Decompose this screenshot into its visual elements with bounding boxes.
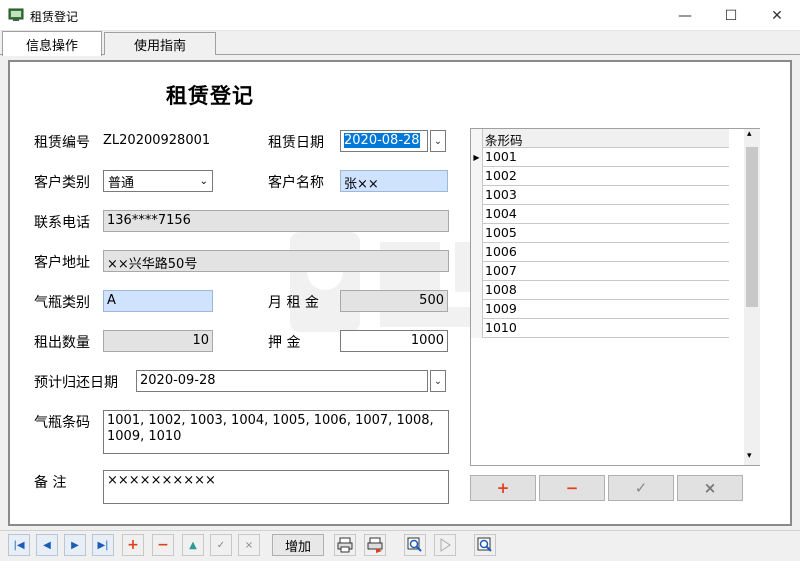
row-indicator: [471, 205, 483, 224]
scroll-thumb[interactable]: [746, 147, 758, 307]
chevron-down-icon: ⌄: [199, 175, 208, 187]
cylinder-type-label: 气瓶类别: [34, 295, 90, 311]
add-record-icon[interactable]: +: [122, 534, 144, 556]
rental-date-value: 2020-08-28: [344, 133, 420, 148]
prev-record-icon[interactable]: ◀: [36, 534, 58, 556]
phone-label: 联系电话: [34, 215, 90, 231]
grid-cancel-button[interactable]: ×: [677, 475, 743, 501]
row-indicator: [471, 300, 483, 319]
grid-add-button[interactable]: +: [470, 475, 536, 501]
return-date-field[interactable]: 2020-09-28: [136, 370, 428, 392]
zoom-preview-icon[interactable]: [404, 534, 426, 556]
customer-name-field[interactable]: 张××: [340, 170, 448, 192]
grid-cell-barcode: 1006: [485, 244, 517, 259]
bottom-toolbar: [0, 530, 800, 561]
barcode-grid[interactable]: 条形码 ▶ 1001 1002 1003 1004 1005 1006 1007 1008 100…: [470, 128, 760, 466]
grid-cell-barcode: 1005: [485, 225, 517, 240]
minimize-button[interactable]: —: [662, 0, 708, 31]
grid-row[interactable]: ▶ 1001: [471, 148, 729, 167]
rental-date-dropdown[interactable]: ⌄: [430, 130, 446, 152]
customer-type-value: 普通: [108, 175, 135, 191]
title-bar: 租赁登记 — ☐ ✕: [0, 0, 800, 31]
deposit-label: 押 金: [268, 335, 301, 351]
tab-info-operation[interactable]: 信息操作: [2, 31, 102, 56]
customer-type-select[interactable]: 普通 ⌄: [103, 170, 213, 192]
notes-label: 备 注: [34, 475, 67, 491]
close-button[interactable]: ✕: [754, 0, 800, 31]
row-indicator: [471, 224, 483, 243]
play-icon[interactable]: [434, 534, 456, 556]
quantity-label: 租出数量: [34, 335, 90, 351]
window-title: 租赁登记: [30, 10, 79, 24]
app-icon: [8, 8, 24, 21]
grid-row[interactable]: 1008: [471, 281, 729, 300]
quantity-field[interactable]: 10: [103, 330, 213, 352]
grid-row[interactable]: 1009: [471, 300, 729, 319]
monthly-rent-field[interactable]: 500: [340, 290, 448, 312]
grid-cell-barcode: 1002: [485, 168, 517, 183]
phone-field[interactable]: 136****7156: [103, 210, 449, 232]
grid-cell-barcode: 1007: [485, 263, 517, 278]
tab-user-guide[interactable]: 使用指南: [104, 32, 216, 55]
grid-cell-barcode: 1004: [485, 206, 517, 221]
deposit-field[interactable]: 1000: [340, 330, 448, 352]
grid-confirm-button[interactable]: ✓: [608, 475, 674, 501]
grid-cell-barcode: 1010: [485, 320, 517, 335]
rental-date-field[interactable]: 2020-08-28: [340, 130, 428, 152]
return-date-dropdown[interactable]: ⌄: [430, 370, 446, 392]
maximize-button[interactable]: ☐: [708, 0, 754, 31]
monthly-rent-label: 月 租 金: [268, 295, 319, 311]
grid-cell-barcode: 1009: [485, 301, 517, 316]
move-up-icon[interactable]: ▲: [182, 534, 204, 556]
grid-row[interactable]: 1003: [471, 186, 729, 205]
customer-type-label: 客户类别: [34, 175, 90, 191]
grid-row[interactable]: 1010: [471, 319, 729, 338]
form-title: 租赁登记: [166, 83, 254, 108]
grid-cell-barcode: 1003: [485, 187, 517, 202]
rental-no-label: 租赁编号: [34, 135, 90, 151]
barcodes-field[interactable]: 1001, 1002, 1003, 1004, 1005, 1006, 1007…: [103, 410, 449, 454]
row-indicator: ▶: [471, 148, 483, 167]
row-indicator: [471, 243, 483, 262]
confirm-icon[interactable]: ✓: [210, 534, 232, 556]
notes-field[interactable]: ××××××××××: [103, 470, 449, 504]
next-record-icon[interactable]: ▶: [64, 534, 86, 556]
rental-no-value: ZL20200928001: [103, 133, 211, 148]
add-button[interactable]: 增加: [272, 534, 324, 556]
print-icon[interactable]: [334, 534, 356, 556]
search-icon[interactable]: [474, 534, 496, 556]
print-preview-icon[interactable]: [364, 534, 386, 556]
remove-record-icon[interactable]: −: [152, 534, 174, 556]
grid-row[interactable]: 1007: [471, 262, 729, 281]
grid-header: 条形码: [471, 129, 729, 148]
form-panel: 租赁登记 租赁编号 ZL20200928001 租赁日期 2020-08-28 …: [8, 60, 792, 526]
return-date-label: 预计归还日期: [34, 375, 118, 391]
rental-date-label: 租赁日期: [268, 135, 324, 151]
grid-scrollbar[interactable]: ▴ ▾: [744, 129, 760, 465]
address-label: 客户地址: [34, 255, 90, 271]
scroll-down-icon[interactable]: ▾: [747, 451, 752, 461]
grid-row[interactable]: 1006: [471, 243, 729, 262]
row-indicator: [471, 262, 483, 281]
grid-cell-barcode: 1001: [485, 149, 517, 164]
cylinder-type-field[interactable]: A: [103, 290, 213, 312]
scroll-up-icon[interactable]: ▴: [747, 129, 752, 139]
cancel-icon[interactable]: ×: [238, 534, 260, 556]
grid-row[interactable]: 1004: [471, 205, 729, 224]
grid-row[interactable]: 1005: [471, 224, 729, 243]
first-record-icon[interactable]: |◀: [8, 534, 30, 556]
last-record-icon[interactable]: ▶|: [92, 534, 114, 556]
address-field[interactable]: ××兴华路50号: [103, 250, 449, 272]
grid-cell-barcode: 1008: [485, 282, 517, 297]
row-indicator: [471, 281, 483, 300]
row-indicator: [471, 167, 483, 186]
grid-remove-button[interactable]: −: [539, 475, 605, 501]
barcodes-label: 气瓶条码: [34, 415, 90, 431]
grid-row[interactable]: 1002: [471, 167, 729, 186]
customer-name-label: 客户名称: [268, 175, 324, 191]
row-indicator: [471, 186, 483, 205]
grid-header-barcode: 条形码: [485, 133, 523, 148]
row-indicator: [471, 319, 483, 338]
